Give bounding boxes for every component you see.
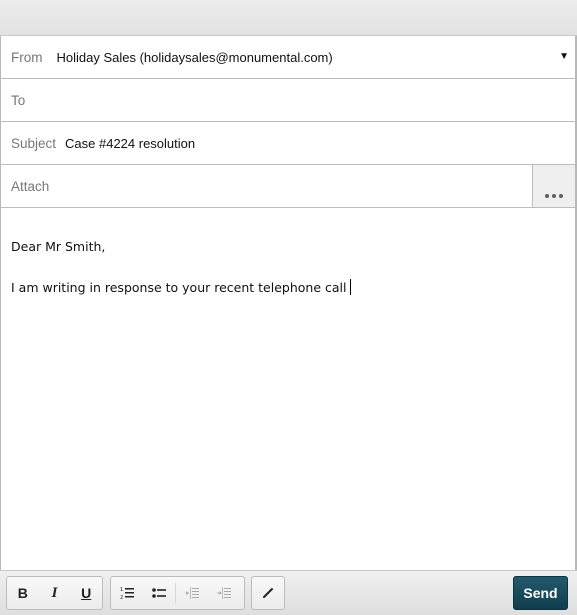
message-body-editor[interactable]: Dear Mr Smith, I am writing in response …: [1, 208, 575, 570]
edit-html-button[interactable]: [252, 577, 284, 609]
edit-group: [251, 576, 285, 610]
italic-button[interactable]: I: [39, 577, 71, 609]
top-bar: [0, 0, 577, 36]
indent-button[interactable]: [208, 577, 240, 609]
numbered-list-icon: 1 2: [120, 587, 134, 600]
outdent-button[interactable]: [176, 577, 208, 609]
subject-label: Subject: [11, 135, 57, 151]
from-field[interactable]: From Holiday Sales (holidaysales@monumen…: [1, 36, 575, 79]
subject-input[interactable]: Case #4224 resolution: [65, 136, 195, 151]
numbered-list-button[interactable]: 1 2: [111, 577, 143, 609]
svg-text:1: 1: [120, 587, 123, 593]
to-field[interactable]: To: [1, 79, 575, 122]
underline-button[interactable]: U: [70, 577, 102, 609]
indent-icon: [217, 587, 231, 599]
from-value[interactable]: Holiday Sales (holidaysales@monumental.c…: [57, 50, 333, 65]
attach-field[interactable]: Attach: [1, 165, 575, 208]
bold-button[interactable]: B: [7, 577, 39, 609]
dropdown-arrow-icon[interactable]: ▼: [559, 51, 569, 62]
to-label: To: [11, 92, 26, 108]
outdent-icon: [185, 587, 199, 599]
pencil-icon: [263, 588, 273, 598]
attach-browse-button[interactable]: [532, 165, 575, 207]
list-group: 1 2: [110, 576, 245, 610]
bullet-list-button[interactable]: [143, 577, 175, 609]
text-cursor: [350, 279, 352, 295]
attach-label: Attach: [11, 178, 50, 194]
bullet-list-icon: [152, 588, 166, 598]
more-icon: [545, 194, 549, 198]
subject-field[interactable]: Subject Case #4224 resolution: [1, 122, 575, 165]
svg-text:2: 2: [120, 595, 123, 600]
body-line: I am writing in response to your recent …: [11, 279, 575, 319]
formatting-toolbar: B I U 1 2 Send: [0, 570, 577, 615]
send-button[interactable]: Send: [513, 576, 568, 610]
from-label: From: [11, 49, 43, 65]
text-style-group: B I U: [6, 576, 103, 610]
body-line: Dear Mr Smith,: [11, 239, 106, 254]
compose-form: From Holiday Sales (holidaysales@monumen…: [0, 36, 577, 615]
